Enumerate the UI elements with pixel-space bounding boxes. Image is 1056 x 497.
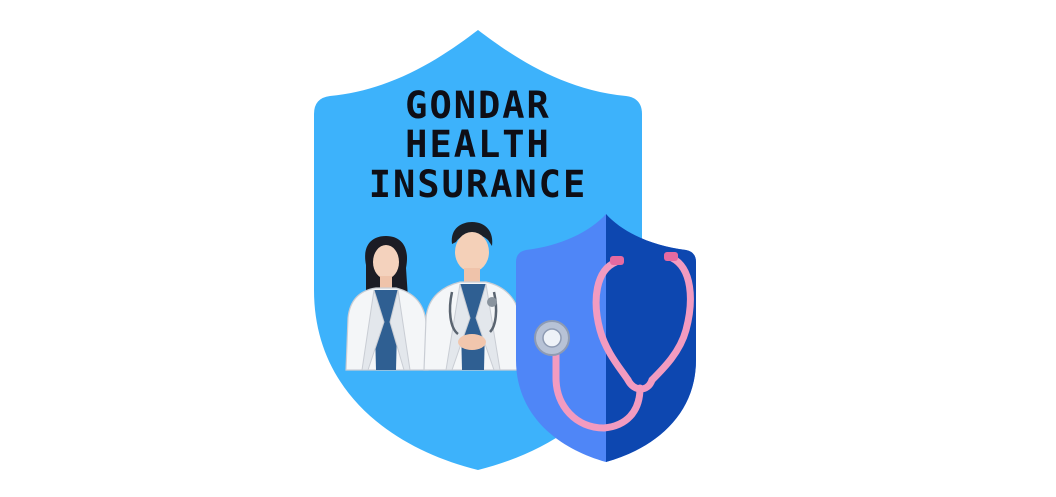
title-line-2: HEALTH [405,123,551,166]
title-line-1: GONDAR [405,84,551,127]
gondar-health-insurance-logo: GONDAR HEALTH INSURANCE [314,30,696,470]
title-line-3: INSURANCE [369,163,587,206]
